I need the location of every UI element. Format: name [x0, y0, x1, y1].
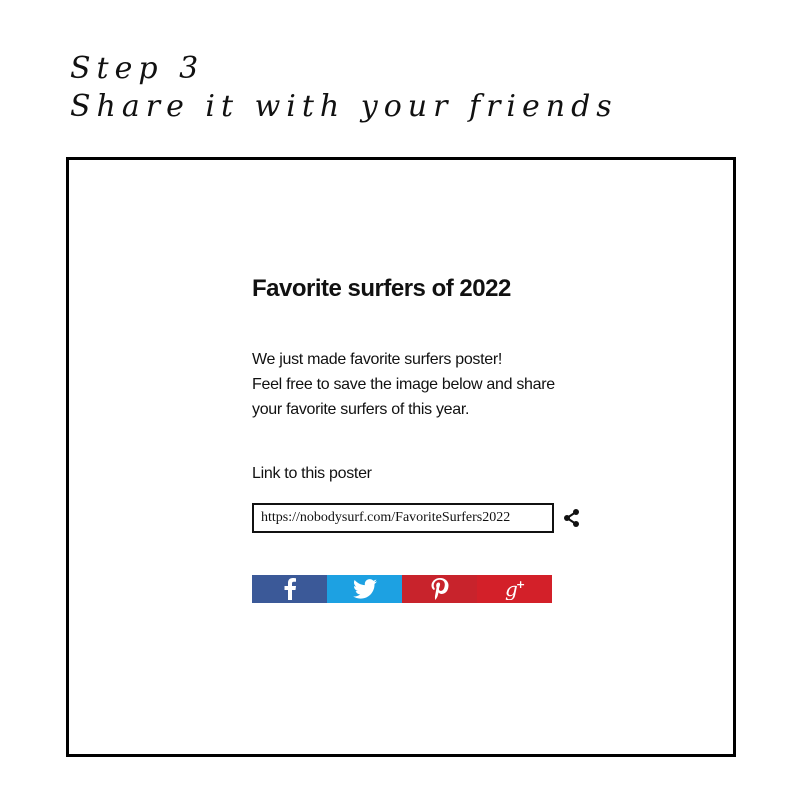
google-plus-icon: g + [505, 578, 525, 600]
description-line: We just made favorite surfers poster! [252, 351, 503, 368]
page-title: Favorite surfers of 2022 [252, 275, 511, 302]
facebook-share-button[interactable] [252, 575, 327, 603]
description: We just made favorite surfers poster! Fe… [252, 347, 582, 422]
share-icon-graphic [564, 509, 579, 527]
pinterest-share-button[interactable] [402, 575, 477, 603]
share-panel: Favorite surfers of 2022 We just made fa… [66, 157, 736, 757]
step-heading: Step 3 Share it with your friends [70, 50, 618, 126]
twitter-share-button[interactable] [327, 575, 402, 603]
twitter-icon [352, 579, 377, 599]
link-label: Link to this poster [252, 465, 372, 482]
poster-link-field[interactable]: https://nobodysurf.com/FavoriteSurfers20… [252, 503, 554, 533]
link-row: https://nobodysurf.com/FavoriteSurfers20… [252, 503, 582, 533]
svg-text:+: + [516, 578, 525, 591]
description-line: Feel free to save the image below and sh… [252, 376, 555, 393]
step-instruction: Share it with your friends [70, 89, 618, 124]
share-icon[interactable] [562, 508, 582, 528]
description-line: your favorite surfers of this year. [252, 401, 470, 418]
step-label: Step 3 [70, 51, 205, 86]
social-share-bar: g + [252, 575, 552, 603]
facebook-icon [284, 578, 296, 600]
pinterest-icon [431, 578, 448, 600]
google-plus-share-button[interactable]: g + [477, 575, 552, 603]
share-content: Favorite surfers of 2022 We just made fa… [252, 275, 582, 603]
